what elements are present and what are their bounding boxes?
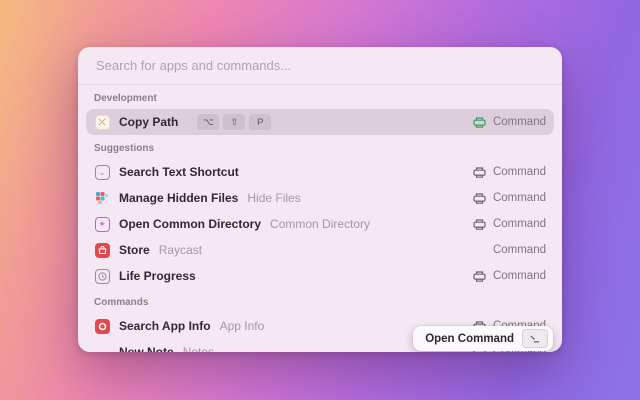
printer-icon xyxy=(473,218,486,230)
section-label-suggestions: Suggestions xyxy=(94,143,155,154)
item-accessory: Command xyxy=(493,244,546,256)
app-info-icon xyxy=(94,318,110,334)
list-item-store[interactable]: Store Raycast Command xyxy=(86,237,554,263)
item-title: Search App Info xyxy=(119,319,211,333)
item-subtitle: App Info xyxy=(219,319,265,333)
printer-icon xyxy=(473,166,486,178)
accessory-label: Command xyxy=(492,218,546,230)
list-item-copy-path[interactable]: ⤫ Copy Path ⌥ ⇧ P Command xyxy=(86,109,554,135)
new-note-icon xyxy=(94,344,110,352)
accessory-label: Command xyxy=(492,192,546,204)
accessory-label: Command xyxy=(492,116,546,128)
printer-icon xyxy=(473,270,486,282)
list-item-search-text-shortcut[interactable]: ⌄ Search Text Shortcut Command xyxy=(86,159,554,185)
accessory-label: Command xyxy=(492,244,546,256)
item-accessory: Command xyxy=(473,270,546,282)
hidden-files-icon xyxy=(94,190,110,206)
raycast-launcher-window: Development ⤫ Copy Path ⌥ ⇧ P Command Su… xyxy=(78,47,562,352)
item-title: Search Text Shortcut xyxy=(119,165,239,179)
list-item-open-common-directory[interactable]: ✦ Open Common Directory Common Directory… xyxy=(86,211,554,237)
item-subtitle: Hide Files xyxy=(247,191,301,205)
shift-key: ⇧ xyxy=(223,114,246,130)
item-title: New Note xyxy=(119,345,174,352)
item-accessory: Command xyxy=(473,218,546,230)
accessory-label: Command xyxy=(492,270,546,282)
copy-path-icon: ⤫ xyxy=(94,114,110,130)
option-key: ⌥ xyxy=(197,114,220,130)
life-progress-icon xyxy=(94,268,110,284)
section-label-commands: Commands xyxy=(94,297,149,308)
common-directory-icon: ✦ xyxy=(94,216,110,232)
item-title: Copy Path xyxy=(119,115,179,129)
shortcut-keys: ⌥ ⇧ P xyxy=(197,114,272,130)
item-title: Life Progress xyxy=(119,269,196,283)
search-input[interactable] xyxy=(94,57,546,74)
p-key: P xyxy=(249,114,272,130)
return-key-icon xyxy=(522,329,548,348)
accessory-label: Command xyxy=(492,166,546,178)
item-accessory: Command xyxy=(473,192,546,204)
item-title: Open Common Directory xyxy=(119,217,262,231)
printer-icon xyxy=(473,192,486,204)
item-subtitle: Raycast xyxy=(158,243,203,257)
item-accessory: Command xyxy=(473,116,546,128)
printer-icon xyxy=(473,116,486,128)
item-subtitle: Notes xyxy=(182,345,215,352)
list-item-life-progress[interactable]: Life Progress Command xyxy=(86,263,554,289)
list-item-manage-hidden-files[interactable]: Manage Hidden Files Hide Files Command xyxy=(86,185,554,211)
open-command-hint[interactable]: Open Command xyxy=(413,326,553,351)
open-command-label: Open Command xyxy=(425,332,514,345)
search-bar[interactable] xyxy=(78,47,562,85)
item-subtitle: Common Directory xyxy=(270,217,371,231)
section-label-development: Development xyxy=(94,93,157,104)
store-icon xyxy=(94,242,110,258)
results-list[interactable]: Development ⤫ Copy Path ⌥ ⇧ P Command Su… xyxy=(78,85,562,352)
text-shortcut-icon: ⌄ xyxy=(94,164,110,180)
item-accessory: Command xyxy=(473,166,546,178)
item-title: Manage Hidden Files xyxy=(119,191,239,205)
item-title: Store xyxy=(119,243,150,257)
